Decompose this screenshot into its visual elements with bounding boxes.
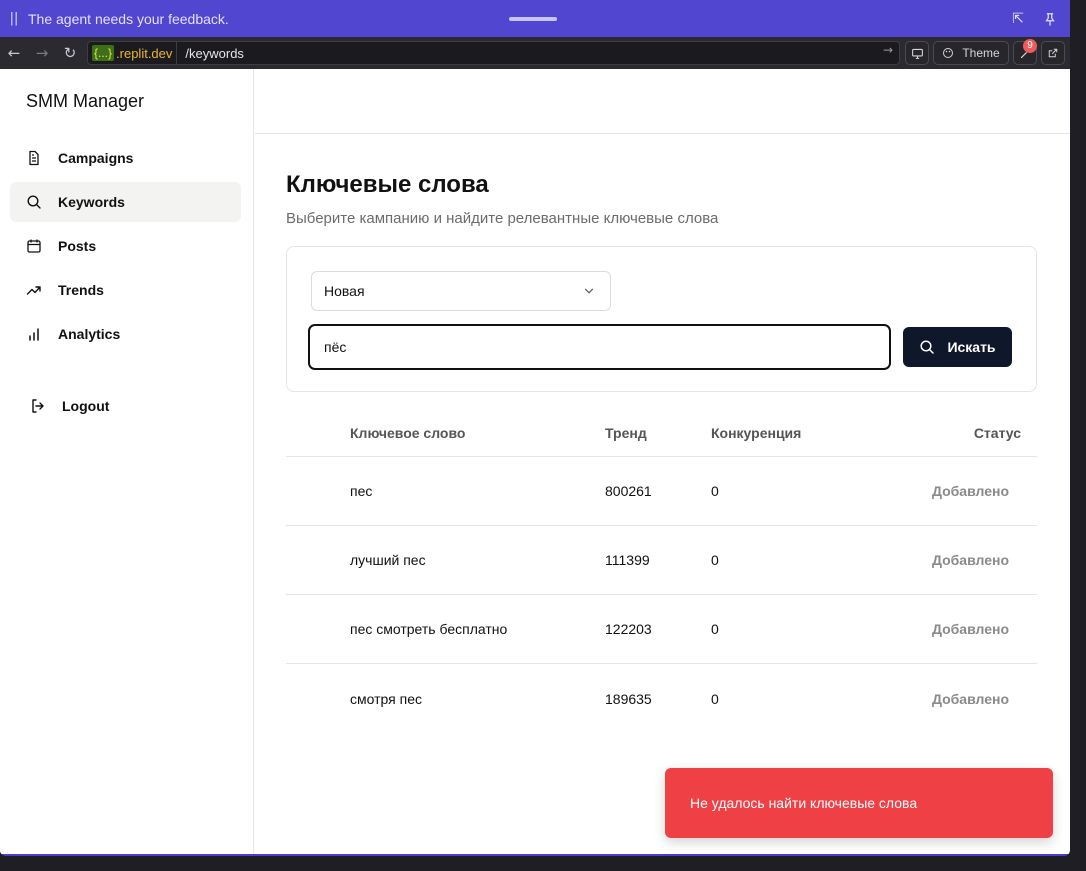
sidebar-item-label: Posts [58, 238, 97, 254]
cell-status: Добавлено [931, 483, 1009, 499]
app-viewport: SMM Manager Campaigns Keywords Posts Tre… [0, 69, 1070, 854]
sidebar: SMM Manager Campaigns Keywords Posts Tre… [0, 69, 254, 854]
back-icon[interactable]: ← [2, 41, 26, 65]
cell-status: Добавлено [931, 552, 1009, 568]
header-keyword[interactable]: Ключевое слово [350, 425, 465, 441]
cell-competition: 0 [711, 690, 719, 707]
cell-keyword: пес смотреть бесплатно [350, 621, 508, 637]
browser-window: || The agent needs your feedback. ⇱ ← → … [0, 0, 1070, 856]
device-icon[interactable] [905, 41, 929, 65]
page-title: Ключевые слова [286, 171, 489, 198]
campaign-select[interactable]: Новая [311, 271, 611, 311]
calendar-icon [10, 238, 58, 254]
table-row[interactable]: пес смотреть бесплатно 122203 0 Добавлен… [286, 595, 1037, 664]
toast-message: Не удалось найти ключевые слова [690, 795, 918, 811]
search-button[interactable]: Искать [903, 327, 1012, 367]
cell-trend: 189635 [605, 690, 652, 707]
table-row[interactable]: смотря пес 189635 0 Добавлено [286, 664, 1037, 733]
cell-competition: 0 [711, 621, 719, 637]
cell-keyword: лучший пес [350, 552, 426, 568]
bar-chart-icon [10, 326, 58, 342]
cell-status: Добавлено [931, 621, 1009, 637]
pin-icon[interactable] [1040, 9, 1060, 29]
header-status[interactable]: Статус [974, 425, 1021, 441]
url-path: /keywords [185, 45, 244, 61]
sidebar-item-posts[interactable]: Posts [10, 226, 241, 266]
table-header: Ключевое слово Тренд Конкуренция Статус [286, 409, 1037, 457]
top-header [255, 69, 1070, 134]
table-row[interactable]: лучший пес 111399 0 Добавлено [286, 526, 1037, 595]
logout-icon [14, 398, 62, 414]
pause-icon[interactable]: || [0, 11, 28, 26]
keyword-search-input[interactable] [308, 324, 891, 370]
go-arrow-icon[interactable]: → [883, 43, 893, 57]
sidebar-item-label: Campaigns [58, 150, 134, 166]
sidebar-item-label: Analytics [58, 326, 121, 342]
drag-handle[interactable] [509, 17, 557, 21]
search-icon [10, 194, 58, 210]
logout-button[interactable]: Logout [14, 386, 245, 426]
search-card: Новая Искать [286, 246, 1037, 392]
search-button-label: Искать [947, 339, 996, 355]
sidebar-item-trends[interactable]: Trends [10, 270, 241, 310]
page-subtitle: Выберите кампанию и найдите релевантные … [286, 210, 719, 227]
table-row[interactable]: пес 800261 0 Добавлено [286, 457, 1037, 526]
cell-trend: 122203 [605, 621, 652, 637]
cell-trend: 111399 [605, 552, 650, 568]
sidebar-item-label: Trends [58, 282, 104, 298]
theme-button[interactable]: Theme [933, 41, 1009, 65]
forward-icon[interactable]: → [30, 41, 54, 65]
notification-badge: 9 [1023, 39, 1037, 53]
theme-label: Theme [962, 46, 1000, 60]
brand-title: SMM Manager [26, 91, 145, 111]
campaign-select-value: Новая [324, 283, 365, 299]
header-trend[interactable]: Тренд [605, 425, 647, 441]
search-icon [920, 340, 935, 354]
error-toast[interactable]: Не удалось найти ключевые слова [665, 768, 1053, 838]
main-content: Ключевые слова Выберите кампанию и найди… [255, 69, 1070, 854]
logout-label: Logout [62, 398, 110, 414]
sidebar-item-keywords[interactable]: Keywords [10, 182, 241, 222]
url-braces: {...} [92, 45, 115, 61]
expand-icon[interactable]: ⇱ [1008, 9, 1028, 29]
url-field[interactable]: {...} .replit.dev /keywords → [87, 41, 900, 65]
cell-keyword: смотря пес [350, 690, 422, 707]
address-bar: ← → ↻ {...} .replit.dev /keywords → Them… [0, 37, 1070, 69]
sidebar-item-label: Keywords [58, 194, 125, 210]
url-host: {...} .replit.dev [88, 42, 178, 64]
agent-feedback-bar: || The agent needs your feedback. ⇱ [0, 0, 1070, 37]
open-external-icon[interactable] [1041, 41, 1065, 65]
keywords-table: Ключевое слово Тренд Конкуренция Статус … [286, 409, 1037, 733]
cell-competition: 0 [711, 552, 719, 568]
trending-up-icon [10, 282, 58, 298]
cell-trend: 800261 [605, 483, 652, 499]
cell-status: Добавлено [931, 690, 1009, 707]
header-competition[interactable]: Конкуренция [711, 425, 801, 441]
cell-keyword: пес [350, 483, 373, 499]
agent-message: The agent needs your feedback. [28, 10, 229, 27]
sidebar-item-analytics[interactable]: Analytics [10, 314, 241, 354]
reload-icon[interactable]: ↻ [58, 41, 82, 65]
cell-competition: 0 [711, 483, 719, 499]
url-domain: .replit.dev [116, 45, 173, 61]
sidebar-item-campaigns[interactable]: Campaigns [10, 138, 241, 178]
chevron-down-icon [584, 288, 594, 294]
palette-icon [943, 48, 954, 58]
document-icon [10, 150, 58, 166]
